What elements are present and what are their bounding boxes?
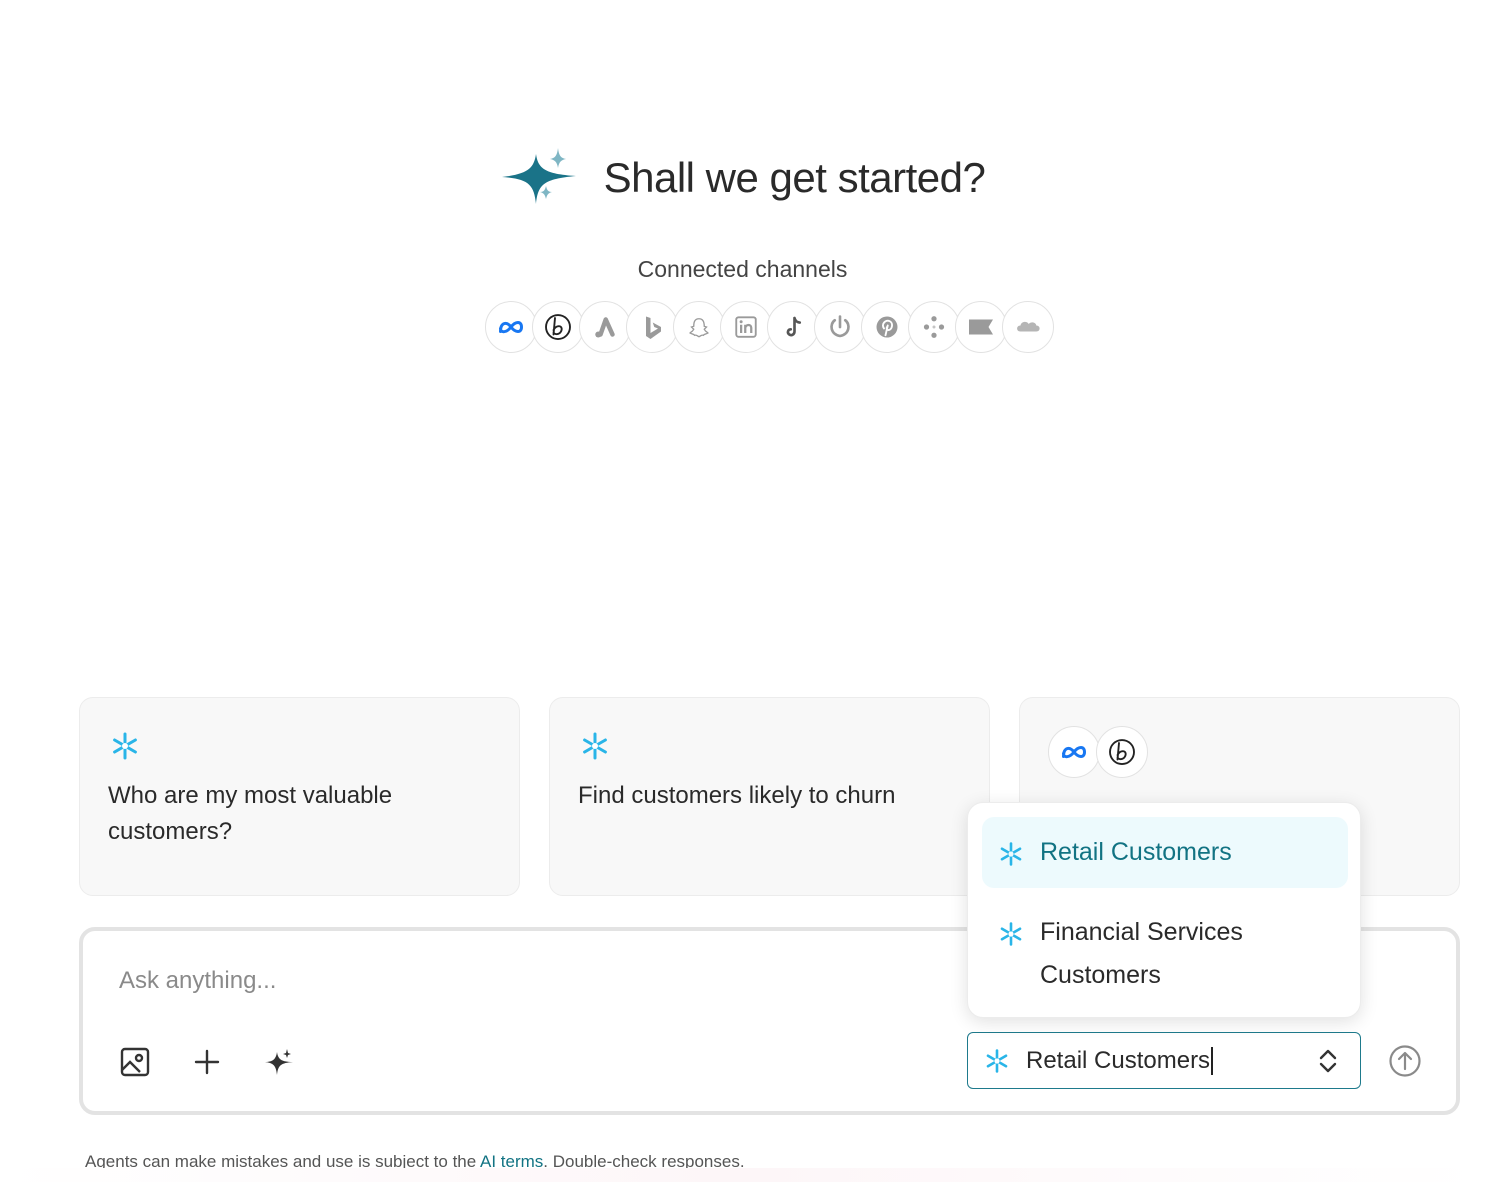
arrow-up-circle-icon[interactable] (1388, 1044, 1422, 1078)
plus-icon (194, 1049, 220, 1075)
sparkle-logo-icon (501, 148, 576, 204)
connected-channels-label: Connected channels (637, 256, 848, 282)
meta-icon (1048, 726, 1100, 778)
selected-source: Retail Customers (1026, 1046, 1211, 1074)
hero: Shall we get started? (0, 146, 1485, 210)
snapchat-icon[interactable] (673, 301, 725, 353)
option-label: Retail Customers (1040, 838, 1232, 866)
data-source-dropdown: Retail Customers Financial Services Cust… (967, 802, 1361, 1018)
channel-list (485, 301, 1054, 353)
pinterest-icon[interactable] (861, 301, 913, 353)
suggestion-text: Who are my most valuable customers? (108, 782, 393, 845)
snowflake-icon (1000, 842, 1022, 866)
image-icon (120, 1047, 150, 1077)
bottom-strip (0, 1168, 1485, 1182)
bing-icon[interactable] (626, 301, 678, 353)
power-icon[interactable] (814, 301, 866, 353)
text-caret (1211, 1046, 1214, 1075)
page-title: Shall we get started? (603, 154, 986, 201)
snowflake-icon (583, 732, 607, 760)
flag-icon[interactable] (955, 301, 1007, 353)
sparkle-icon (265, 1049, 293, 1075)
bing-b-icon[interactable] (532, 301, 584, 353)
snowflake-icon (986, 1048, 1008, 1073)
ask-input[interactable] (119, 967, 939, 995)
suggestion-card[interactable]: Find customers likely to churn (549, 697, 990, 896)
suggestion-text: Find customers likely to churn (578, 782, 896, 809)
snowflake-icon (113, 732, 137, 760)
linkedin-icon[interactable] (720, 301, 772, 353)
option-label: Financial Services Customers (1040, 918, 1243, 989)
suggestion-card[interactable]: Who are my most valuable customers? (79, 697, 520, 896)
add-button[interactable] (189, 1044, 225, 1080)
image-upload-button[interactable] (117, 1044, 153, 1080)
bing-b-icon (1096, 726, 1148, 778)
chevron-up-down-icon (1319, 1049, 1337, 1073)
dots-icon[interactable] (908, 301, 960, 353)
data-source-select[interactable]: Retail Customers (967, 1032, 1361, 1089)
google-ads-icon[interactable] (579, 301, 631, 353)
meta-icon[interactable] (485, 301, 537, 353)
tiktok-icon[interactable] (767, 301, 819, 353)
salesforce-icon[interactable] (1002, 301, 1054, 353)
dropdown-option-retail[interactable]: Retail Customers (982, 817, 1348, 888)
card-channel-icons (1048, 726, 1148, 778)
agent-button[interactable] (261, 1044, 297, 1080)
snowflake-icon (1000, 922, 1022, 946)
dropdown-option-financial[interactable]: Financial Services Customers (982, 897, 1348, 1007)
